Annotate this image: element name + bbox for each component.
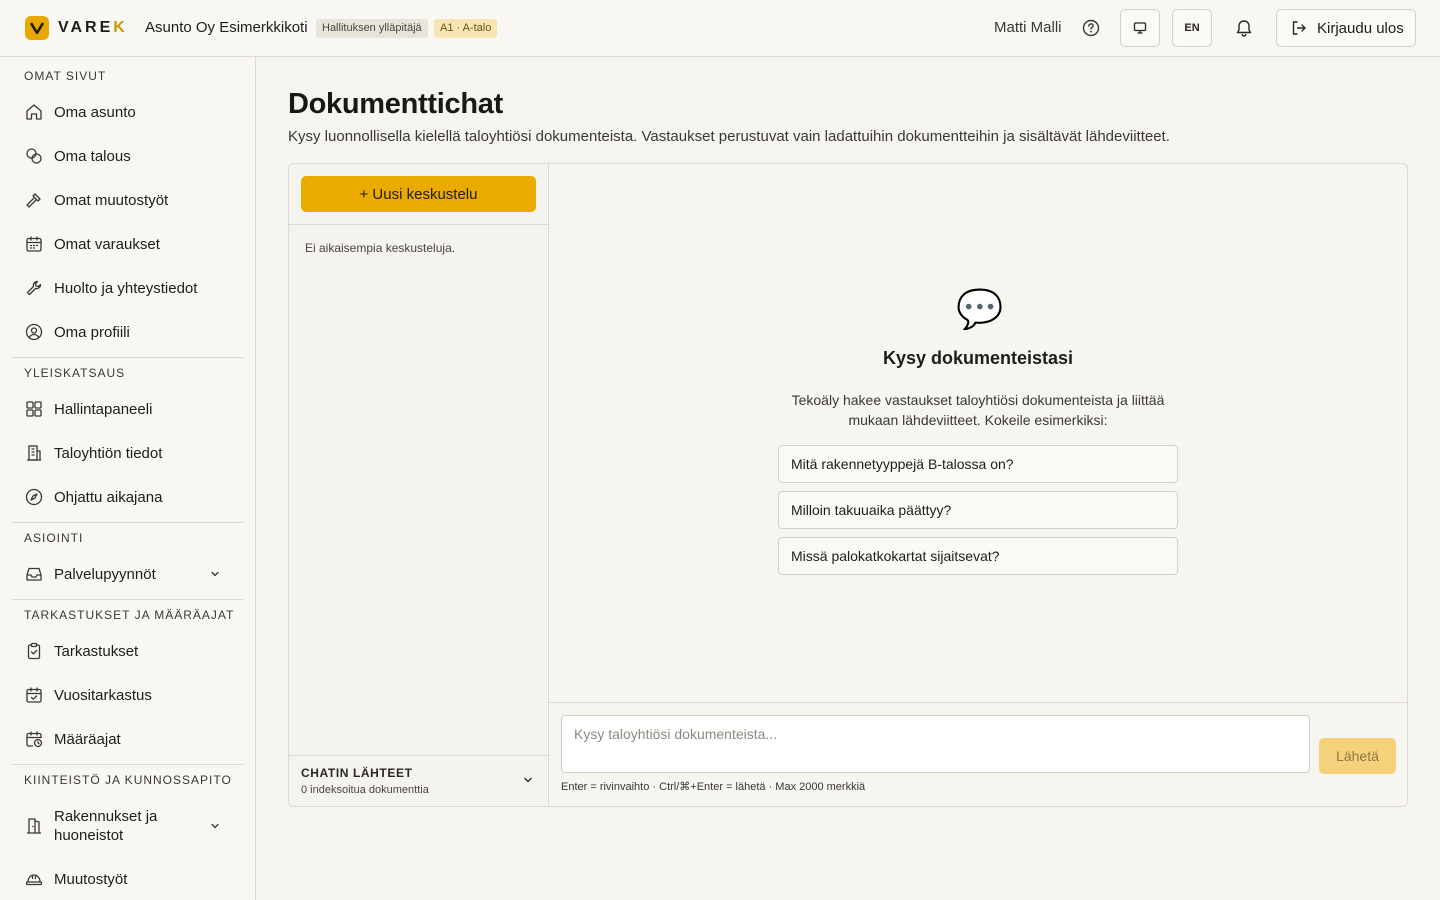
clipboard-check-icon: [27, 642, 41, 660]
page-subtitle: Kysy luonnollisella kielellä taloyhtiösi…: [288, 128, 1170, 145]
building-icon: [27, 445, 41, 461]
send-button[interactable]: Lähetä: [1319, 738, 1396, 774]
chat-panel: + Uusi keskustelu Ei aikaisempia keskust…: [288, 163, 1408, 807]
sidebar-item-oma-talous[interactable]: Oma talous: [12, 136, 243, 176]
section-title-tarkastukset: TARKASTUKSET JA MÄÄRÄAJAT: [24, 608, 235, 622]
chat-sources-toggle[interactable]: CHATIN LÄHTEET 0 indeksoitua dokumenttia: [289, 755, 548, 806]
language-button[interactable]: EN: [1172, 9, 1212, 47]
display-mode-button[interactable]: [1120, 9, 1160, 47]
chat-input-bar: Lähetä Enter = rivinvaihto · Ctrl/⌘+Ente…: [549, 702, 1407, 806]
hard-hat-icon: [25, 874, 43, 886]
door-icon: [27, 818, 41, 834]
sidebar-item-maaraajat[interactable]: Määräajat: [12, 719, 243, 759]
sidebar-item-tarkastukset[interactable]: Tarkastukset: [12, 631, 243, 671]
company-name: Asunto Oy Esimerkkikoti: [145, 19, 308, 36]
logout-button[interactable]: Kirjaudu ulos: [1276, 9, 1416, 47]
sidebar-item-vuositarkastus[interactable]: Vuositarkastus: [12, 675, 243, 715]
calendar-clock-icon: [26, 731, 43, 748]
user-circle-icon: [25, 323, 43, 341]
sidebar-item-taloyhtion-tiedot[interactable]: Taloyhtiön tiedot: [12, 433, 243, 473]
chat-input[interactable]: [561, 715, 1310, 773]
unit-badge: A1 · A-talo: [434, 19, 498, 38]
logo-wordmark: VAREK: [58, 19, 128, 36]
sidebar: OMAT SIVUT Oma asunto Oma talous Omat mu…: [0, 57, 256, 900]
sidebar-item-oma-asunto[interactable]: Oma asunto: [12, 92, 243, 132]
sidebar-item-palvelupyynnot[interactable]: Palvelupyynnöt: [12, 554, 243, 594]
new-conversation-button[interactable]: + Uusi keskustelu: [301, 176, 536, 212]
home-icon: [26, 104, 42, 120]
sidebar-item-huolto[interactable]: Huolto ja yhteystiedot: [12, 268, 243, 308]
top-header: VAREK Asunto Oy Esimerkkikoti Hallitukse…: [0, 0, 1440, 57]
logo[interactable]: VAREK: [25, 16, 128, 40]
conversation-list: + Uusi keskustelu Ei aikaisempia keskust…: [289, 164, 549, 806]
sidebar-item-rakennukset[interactable]: Rakennukset ja huoneistot: [12, 801, 243, 851]
section-title-kiinteisto: KIINTEISTÖ JA KUNNOSSAPITO: [24, 773, 232, 787]
suggestion-button[interactable]: Mitä rakennetyyppejä B-talossa on?: [778, 445, 1178, 483]
speech-bubble-icon: 💬: [956, 289, 1004, 331]
logo-v-icon: [25, 16, 49, 40]
user-name[interactable]: Matti Malli: [994, 19, 1062, 36]
chevron-down-icon: [211, 571, 219, 577]
sidebar-item-omat-varaukset[interactable]: Omat varaukset: [12, 224, 243, 264]
empty-conversations-text: Ei aikaisempia keskusteluja.: [305, 241, 456, 255]
sidebar-item-muutostyot[interactable]: Muutostyöt: [12, 859, 243, 899]
input-hint: Enter = rivinvaihto · Ctrl/⌘+Enter = läh…: [561, 781, 866, 793]
dashboard-icon: [26, 401, 42, 417]
logout-label: Kirjaudu ulos: [1317, 19, 1404, 37]
compass-icon: [25, 488, 43, 506]
calendar-icon: [26, 236, 42, 252]
sidebar-item-omat-muutostyot[interactable]: Omat muutostyöt: [12, 180, 243, 220]
empty-state-description: Tekoäly hakee vastaukset taloyhtiösi dok…: [791, 392, 1165, 428]
help-icon[interactable]: [1081, 18, 1101, 38]
page-title: Dokumenttichat: [288, 88, 503, 120]
logout-icon: [1292, 21, 1306, 35]
bell-icon[interactable]: [1233, 17, 1255, 39]
hammer-icon: [26, 193, 41, 208]
role-badge: Hallituksen ylläpitäjä: [316, 19, 428, 38]
divider: [289, 224, 548, 225]
chevron-down-icon: [211, 823, 219, 829]
sidebar-divider: [12, 357, 243, 358]
sidebar-divider: [12, 599, 243, 600]
inbox-icon: [26, 567, 42, 581]
sidebar-divider: [12, 764, 243, 765]
chevron-down-icon: [524, 777, 532, 783]
calendar-check-icon: [26, 687, 42, 703]
section-title-yleiskatsaus: YLEISKATSAUS: [24, 366, 126, 380]
sidebar-item-oma-profiili[interactable]: Oma profiili: [12, 312, 243, 352]
sidebar-item-hallintapaneeli[interactable]: Hallintapaneeli: [12, 389, 243, 429]
coins-icon: [26, 148, 42, 164]
suggestion-button[interactable]: Milloin takuuaika päättyy?: [778, 491, 1178, 529]
wrench-icon: [26, 280, 42, 296]
section-title-omat-sivut: OMAT SIVUT: [24, 69, 107, 83]
empty-state-title: Kysy dokumenteistasi: [882, 348, 1074, 368]
monitor-icon: [1133, 22, 1147, 34]
section-title-asiointi: ASIOINTI: [24, 531, 84, 545]
chat-messages-area: 💬 Kysy dokumenteistasi Tekoäly hakee vas…: [549, 164, 1407, 702]
sidebar-divider: [12, 522, 243, 523]
sources-count: 0 indeksoitua dokumenttia: [301, 784, 429, 796]
sidebar-item-ohjattu-aikajana[interactable]: Ohjattu aikajana: [12, 477, 243, 517]
sources-title: CHATIN LÄHTEET: [301, 766, 413, 780]
suggestion-button[interactable]: Missä palokatkokartat sijaitsevat?: [778, 537, 1178, 575]
